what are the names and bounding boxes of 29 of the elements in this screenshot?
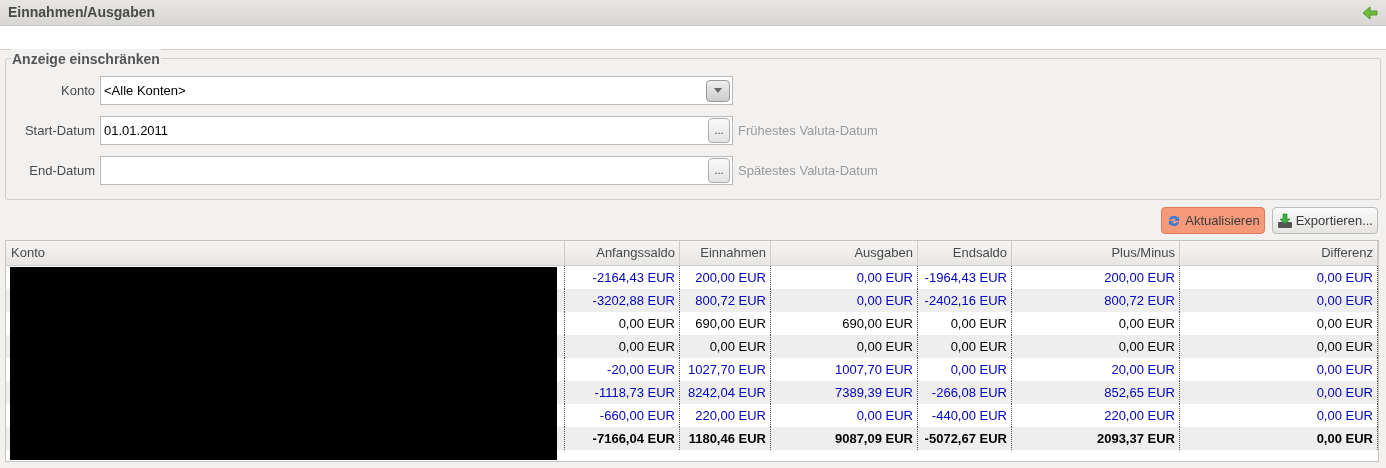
date-picker-button[interactable]: ... [708, 118, 730, 143]
column-header[interactable]: Differenz [1180, 241, 1378, 265]
refresh-button[interactable]: Aktualisieren [1161, 207, 1265, 234]
date-field[interactable]: ... [100, 156, 733, 185]
date-picker-button[interactable]: ... [708, 158, 730, 183]
field-label: End-Datum [28, 161, 96, 180]
account-dropdown[interactable]: <Alle Konten> [100, 76, 733, 105]
table-cell: 0,00 EUR [1180, 427, 1378, 450]
table-cell: 9087,09 EUR [771, 427, 918, 450]
field-label: Start-Datum [23, 121, 96, 140]
field-label: Konto [60, 81, 96, 100]
column-header[interactable]: Endsaldo [918, 241, 1012, 265]
column-header[interactable]: Einnahmen [680, 241, 771, 265]
back-arrow-icon[interactable] [1362, 5, 1378, 20]
download-tray-icon [1276, 212, 1293, 229]
window-title: Einnahmen/Ausgaben [8, 3, 156, 22]
column-header[interactable]: Konto [6, 241, 565, 265]
field-hint: Spätestes Valuta-Datum [738, 161, 878, 180]
date-field[interactable]: 01.01.2011 ... [100, 116, 733, 145]
table-cell: 2093,37 EUR [1012, 427, 1180, 450]
field-hint: Frühestes Valuta-Datum [738, 121, 878, 140]
table-cell: -7166,04 EUR [565, 427, 680, 450]
column-header[interactable]: Ausgaben [771, 241, 918, 265]
column-header[interactable]: Plus/Minus [1012, 241, 1180, 265]
table-cell: 1180,46 EUR [680, 427, 771, 450]
group-title: Anzeige einschränken [11, 49, 161, 70]
export-button[interactable]: Exportieren... [1271, 207, 1378, 234]
column-header[interactable]: Anfangssaldo [565, 241, 680, 265]
table-cell: -5072,67 EUR [918, 427, 1012, 450]
